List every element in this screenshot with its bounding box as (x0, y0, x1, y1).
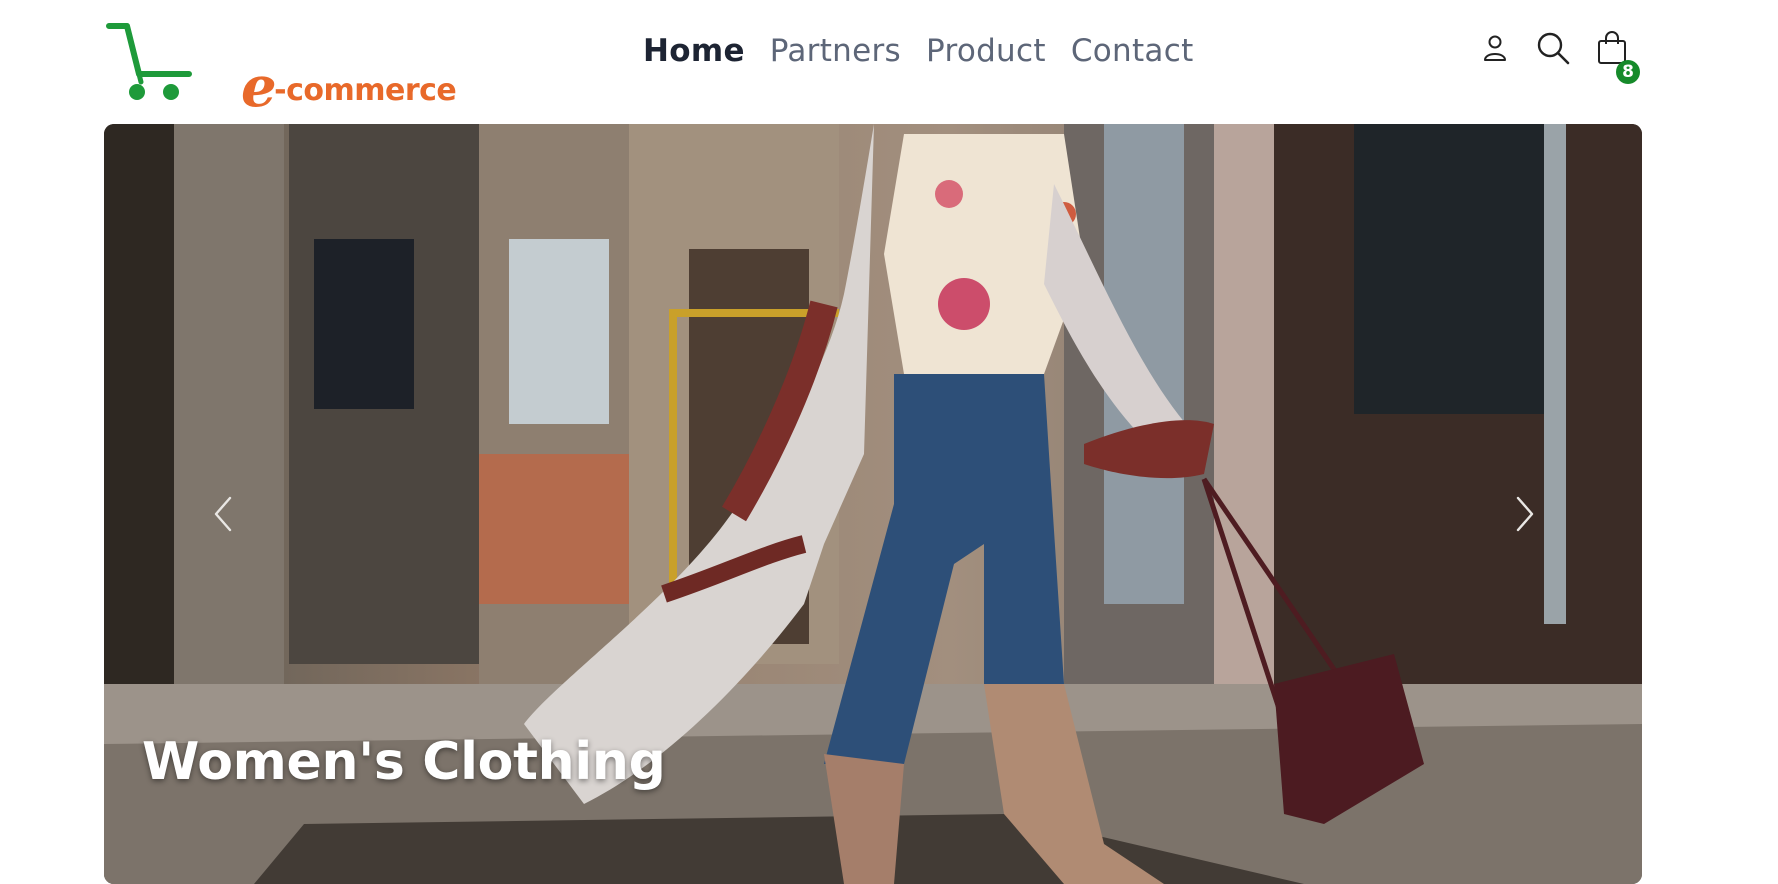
hero-caption: Women's Clothing (142, 732, 666, 792)
logo[interactable]: e-commerce (105, 22, 457, 120)
shopping-cart-logo-icon (106, 23, 192, 100)
nav-contact[interactable]: Contact (1071, 33, 1194, 69)
nav-partners[interactable]: Partners (770, 33, 901, 69)
shopping-bag-icon[interactable]: 8 (1596, 30, 1640, 84)
chevron-right-icon (1516, 496, 1534, 532)
logo-text: e-commerce (241, 54, 457, 120)
header-icons: 8 (1480, 30, 1640, 84)
user-icon[interactable] (1480, 33, 1510, 67)
carousel-next-button[interactable] (1504, 484, 1544, 544)
cart-count-badge: 8 (1616, 60, 1640, 84)
chevron-left-icon (214, 496, 232, 532)
carousel-prev-button[interactable] (204, 484, 244, 544)
search-icon[interactable] (1536, 31, 1570, 69)
hero-carousel: Women's Clothing (104, 124, 1642, 884)
main-nav: Home Partners Product Contact (643, 28, 1194, 74)
nav-home[interactable]: Home (643, 33, 745, 69)
nav-product[interactable]: Product (926, 33, 1046, 69)
